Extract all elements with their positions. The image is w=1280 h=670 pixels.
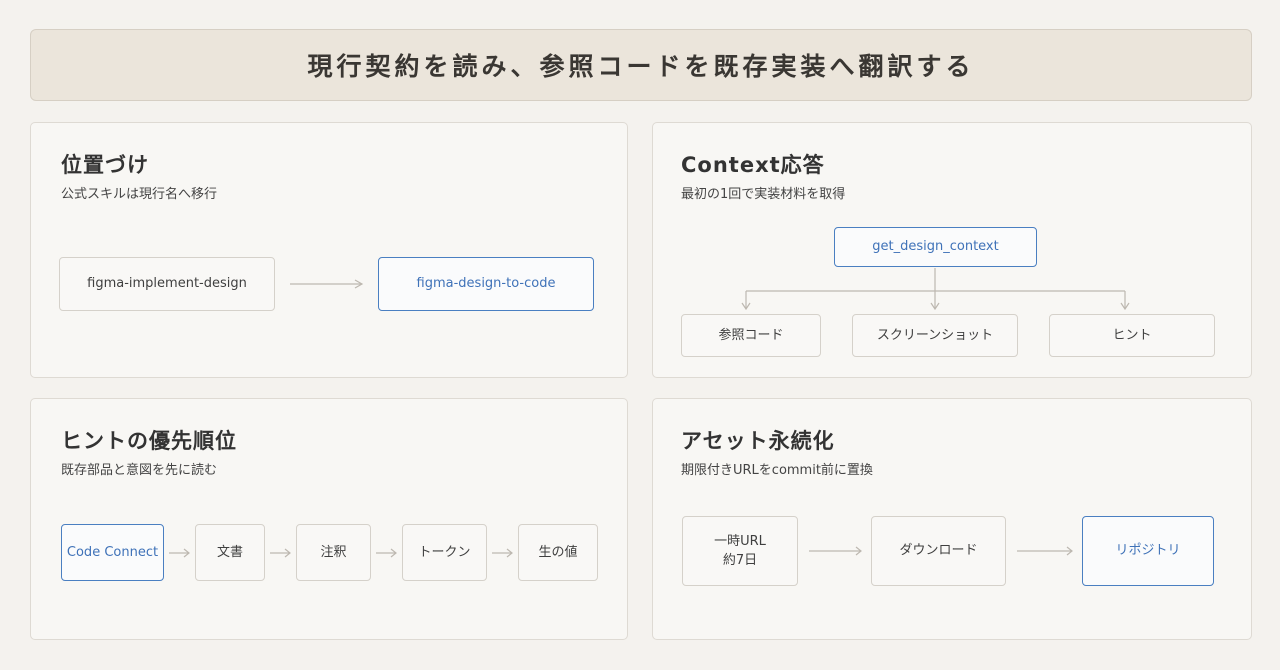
- asset-persistence-title: アセット永続化: [681, 429, 835, 453]
- positioning-title: 位置づけ: [61, 153, 149, 177]
- asset-persistence-subtitle: 期限付きURLをcommit前に置換: [681, 463, 873, 478]
- asset-download-box: ダウンロード: [871, 516, 1006, 586]
- asset-temp-url-label: 一時URL: [714, 533, 766, 549]
- hint-step-code-connect: Code Connect: [61, 524, 164, 581]
- hint-priority-subtitle: 既存部品と意図を先に読む: [61, 463, 218, 478]
- context-card: Context応答 最初の1回で実装材料を取得 get_design_conte…: [652, 122, 1252, 378]
- asset-temp-url-duration: 約7日: [722, 553, 758, 568]
- context-child-screenshot: スクリーンショット: [852, 314, 1018, 357]
- asset-persistence-card: アセット永続化 期限付きURLをcommit前に置換 一時URL 約7日 ダウン…: [652, 398, 1252, 640]
- page-title: 現行契約を読み、参照コードを既存実装へ翻訳する: [307, 52, 975, 81]
- context-child-hint: ヒント: [1049, 314, 1215, 357]
- positioning-subtitle: 公式スキルは現行名へ移行: [61, 187, 218, 202]
- hint-step-annotations: 注釈: [296, 524, 371, 581]
- positioning-card: 位置づけ 公式スキルは現行名へ移行 figma-implement-design…: [30, 122, 628, 378]
- asset-repository-box: リポジトリ: [1082, 516, 1214, 586]
- hint-priority-title: ヒントの優先順位: [61, 429, 237, 453]
- hint-priority-card: ヒントの優先順位 既存部品と意図を先に読む Code Connect 文書 注釈…: [30, 398, 628, 640]
- asset-temp-url-box: 一時URL 約7日: [682, 516, 798, 586]
- context-title: Context応答: [681, 153, 825, 177]
- new-skill-box: figma-design-to-code: [378, 257, 594, 311]
- context-subtitle: 最初の1回で実装材料を取得: [681, 187, 846, 202]
- hint-step-raw-values: 生の値: [518, 524, 598, 581]
- old-skill-box: figma-implement-design: [59, 257, 275, 311]
- hint-step-docs: 文書: [195, 524, 265, 581]
- context-child-reference-code: 参照コード: [681, 314, 821, 357]
- page-title-banner: 現行契約を読み、参照コードを既存実装へ翻訳する: [30, 29, 1252, 101]
- hint-step-tokens: トークン: [402, 524, 487, 581]
- get-design-context-box: get_design_context: [834, 227, 1037, 267]
